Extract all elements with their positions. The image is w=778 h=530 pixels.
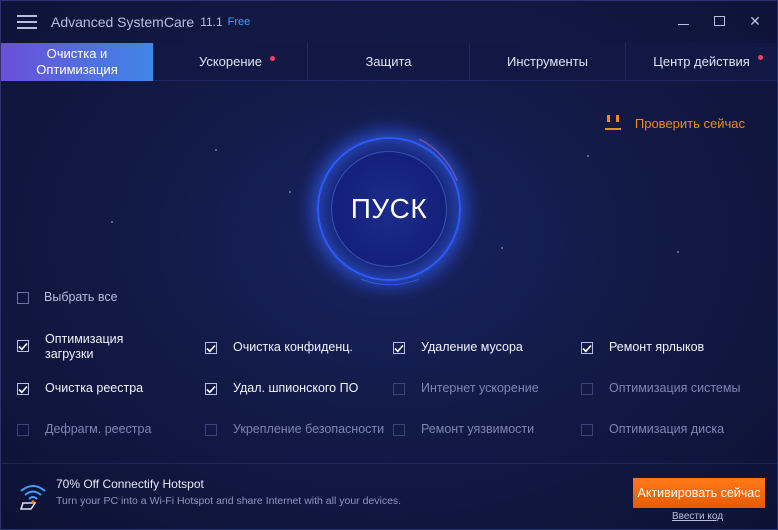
checkbox-box [393,424,405,436]
checkbox-security-reinforce[interactable]: Укрепление безопасности [205,422,384,437]
tab-label: Инструменты [506,54,589,69]
star-decoration [215,149,217,151]
checkbox-box [17,383,29,395]
checkbox-label: Выбрать все [44,290,118,304]
maximize-button[interactable] [709,11,729,31]
app-window: Advanced SystemCare 11.1 Free ✕ Очистка … [0,0,778,530]
menu-icon[interactable] [17,15,37,29]
activate-button[interactable]: Активировать сейчас [633,478,765,508]
checkbox-label: Ремонт ярлыков [609,340,705,354]
checkbox-label: Оптимизация системы [609,381,741,395]
checkbox-vulnerability-fix[interactable]: Ремонт уязвимости [393,422,534,437]
star-decoration [677,251,679,253]
checkbox-label: Дефрагм. реестра [45,422,152,436]
notification-dot [270,56,275,61]
checkbox-label: Очистка конфиденц. [233,340,353,354]
minimize-icon [677,23,689,25]
close-icon: ✕ [749,12,761,29]
checkbox-label: Интернет ускорение [421,381,539,395]
checkbox-disk-optimization[interactable]: Оптимизация диска [581,422,724,437]
checkbox-box [581,342,593,354]
check-now-link[interactable]: Проверить сейчас [603,113,745,133]
app-version: 11.1 [200,15,223,29]
checkbox-label: Удаление мусора [421,340,523,354]
tab-label: Защита [365,54,412,69]
checkbox-label: Оптимизация загрузки [45,332,124,361]
activate-label: Активировать сейчас [637,486,761,500]
tab-action-center[interactable]: Центр действия [626,43,777,81]
enter-code-link[interactable]: Ввести код [672,511,723,522]
promo-subtitle: Turn your PC into a Wi-Fi Hotspot and sh… [56,495,402,507]
app-edition: Free [227,16,251,28]
title-bar: Advanced SystemCare 11.1 Free ✕ [1,1,777,43]
star-decoration [111,221,113,223]
checkbox-box [581,383,593,395]
checkbox-internet-boost[interactable]: Интернет ускорение [393,381,539,396]
promo-text: 70% Off Connectify Hotspot Turn your PC … [56,477,401,511]
tab-protection[interactable]: Защита [308,43,470,81]
tab-label: Центр действия [653,54,750,69]
check-now-label: Проверить сейчас [634,115,745,131]
checkbox-box [393,383,405,395]
checkbox-shortcut-fix[interactable]: Ремонт ярлыков [581,340,704,355]
checkbox-box [205,383,217,395]
checkbox-box [205,342,217,354]
tab-bar: Очистка и Оптимизация Ускорение Защита И… [1,43,777,81]
checkbox-privacy-sweep[interactable]: Очистка конфиденц. [205,340,353,355]
star-decoration [587,155,589,157]
checkbox-label: Укрепление безопасности [233,422,385,436]
start-button[interactable]: ПУСК [331,151,447,267]
select-all-checkbox[interactable]: Выбрать все [17,290,118,305]
checkbox-boot-optimization[interactable]: Оптимизация загрузки [17,332,123,362]
checkbox-label: Очистка реестра [45,381,144,395]
checkbox-box [17,424,29,436]
tab-toolbox[interactable]: Инструменты [470,43,626,81]
tab-label: Очистка и [46,46,108,61]
checkbox-label: Оптимизация диска [609,422,725,436]
checkbox-system-optimization[interactable]: Оптимизация системы [581,381,740,396]
checkbox-box [17,340,29,352]
checkbox-box [393,342,405,354]
checkbox-box [581,424,593,436]
close-button[interactable]: ✕ [745,11,765,31]
star-decoration [289,191,291,193]
promo-banner[interactable]: 70% Off Connectify Hotspot Turn your PC … [17,477,401,511]
start-label: ПУСК [350,193,428,224]
footer-divider [1,463,777,464]
minimize-button[interactable] [673,11,693,31]
checkbox-registry-clean[interactable]: Очистка реестра [17,381,143,396]
notification-dot [758,55,763,60]
wifi-hotspot-icon [17,479,49,511]
window-controls: ✕ [673,11,765,31]
tab-label: Ускорение [198,54,263,69]
checkbox-junk-clean[interactable]: Удаление мусора [393,340,523,355]
app-title: Advanced SystemCare [51,14,195,30]
promo-title: 70% Off Connectify Hotspot [56,477,204,491]
checkbox-spyware-removal[interactable]: Удал. шпионского ПО [205,381,358,396]
checkbox-box [205,424,217,436]
checkbox-box [17,292,29,304]
tab-speedup[interactable]: Ускорение [154,43,308,81]
checkbox-label: Удал. шпионского ПО [233,381,359,395]
checkbox-label: Ремонт уязвимости [421,422,535,436]
star-decoration [501,247,503,249]
tab-label: Оптимизация [36,62,118,77]
maximize-icon [713,16,725,26]
start-widget: ПУСК [299,119,479,299]
checkbox-registry-defrag[interactable]: Дефрагм. реестра [17,422,151,437]
tab-cleanup-optimization[interactable]: Очистка и Оптимизация [1,43,154,81]
smile-icon [603,113,623,133]
